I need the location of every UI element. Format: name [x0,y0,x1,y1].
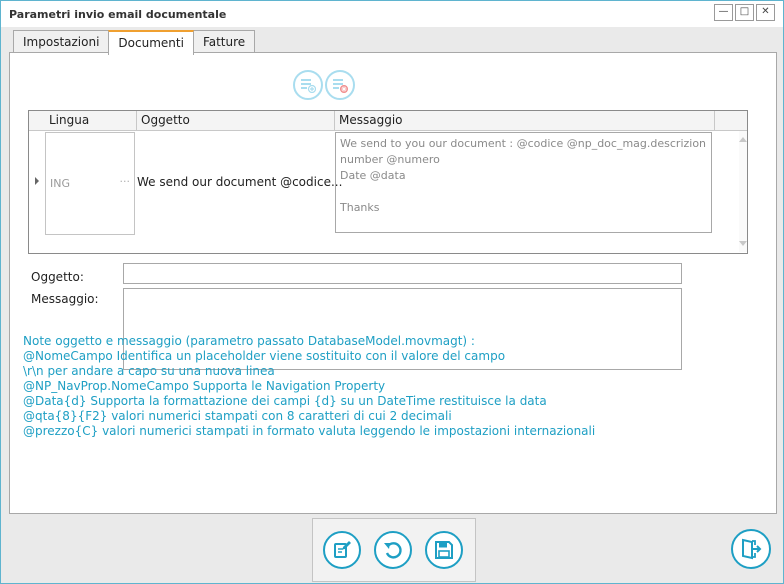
column-header-oggetto[interactable]: Oggetto [137,111,335,130]
scroll-down-icon[interactable] [739,241,747,246]
window-controls: — □ ✕ [714,4,775,21]
delete-row-icon[interactable] [325,70,355,100]
save-icon [435,541,453,559]
notes-line: @prezzo{C} valori numerici stampati in f… [23,424,596,438]
tab-fatture[interactable]: Fatture [192,30,256,53]
notes-line: @NomeCampo Identifica un placeholder vie… [23,349,506,363]
edit-document-icon [334,541,351,558]
edit-document-button[interactable] [323,531,361,569]
messaggio-label: Messaggio: [31,292,99,306]
exit-icon [742,538,762,560]
save-button[interactable] [425,531,463,569]
documents-grid: Lingua Oggetto Messaggio ING ··· We send… [28,110,748,254]
scroll-up-icon[interactable] [739,137,747,142]
column-header-messaggio[interactable]: Messaggio [335,111,715,130]
undo-icon [384,542,402,559]
notes-heading: Note oggetto e messaggio (parametro pass… [23,334,475,348]
help-notes: Note oggetto e messaggio (parametro pass… [23,334,743,439]
row-indicator-icon [35,177,39,185]
close-icon[interactable]: ✕ [756,4,775,21]
tab-documenti[interactable]: Documenti [108,30,194,55]
cell-lingua-value: ING [50,177,70,190]
dialog-window: Parametri invio email documentale — □ ✕ … [0,0,784,584]
grid-header: Lingua Oggetto Messaggio [29,111,747,131]
notes-line: @NP_NavProp.NomeCampo Supporta le Naviga… [23,379,386,393]
window-title: Parametri invio email documentale [9,8,227,21]
oggetto-input[interactable] [123,263,682,284]
tab-content-documenti: Lingua Oggetto Messaggio ING ··· We send… [9,52,777,514]
title-bar: Parametri invio email documentale — □ ✕ [1,1,783,27]
tab-impostazioni[interactable]: Impostazioni [13,30,110,53]
action-button-bar [312,518,476,582]
maximize-icon[interactable]: □ [735,4,754,21]
exit-button[interactable] [731,529,771,569]
notes-line: @Data{d} Supporta la formattazione dei c… [23,394,547,408]
cell-lingua[interactable]: ING ··· [45,132,135,235]
undo-button[interactable] [374,531,412,569]
add-row-icon[interactable] [293,70,323,100]
notes-line: @qta{8}{F2} valori numerici stampati con… [23,409,452,423]
cell-messaggio[interactable]: We send to you our document : @codice @n… [335,132,712,233]
grid-toolbar [293,70,355,100]
notes-line: \r\n per andare a capo su una nuova line… [23,364,275,378]
column-header-lingua[interactable]: Lingua [45,111,137,130]
oggetto-label: Oggetto: [31,270,84,284]
table-row[interactable]: ING ··· We send our document @codice... … [29,131,747,239]
minimize-icon[interactable]: — [714,4,733,21]
lingua-picker-button[interactable]: ··· [120,175,131,188]
grid-vertical-scrollbar[interactable] [739,131,747,252]
cell-oggetto[interactable]: We send our document @codice... [137,175,342,189]
